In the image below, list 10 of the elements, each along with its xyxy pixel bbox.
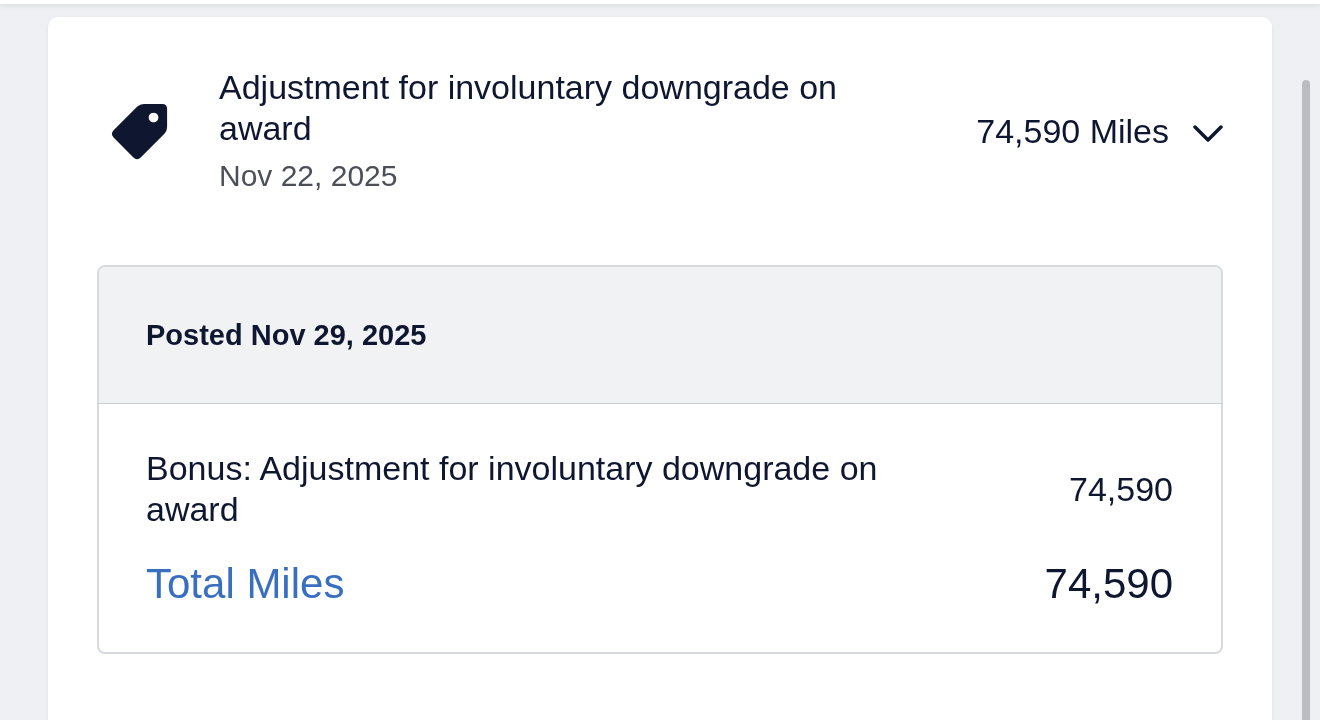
line-item-value: 74,590 bbox=[1069, 469, 1173, 509]
total-value: 74,590 bbox=[1044, 560, 1173, 608]
line-item-label: Bonus: Adjustment for involuntary downgrade on award bbox=[146, 448, 879, 530]
transaction-title: Adjustment for involuntary downgrade on award bbox=[219, 67, 839, 149]
chevron-icon[interactable] bbox=[1193, 125, 1223, 143]
transaction-date: Nov 22, 2025 bbox=[219, 159, 399, 193]
transaction-amount: 74,590 Miles bbox=[976, 112, 1169, 151]
scrollbar[interactable] bbox=[1302, 80, 1310, 720]
posted-date: Posted Nov 29, 2025 bbox=[146, 318, 427, 352]
total-label: Total Miles bbox=[146, 560, 345, 608]
